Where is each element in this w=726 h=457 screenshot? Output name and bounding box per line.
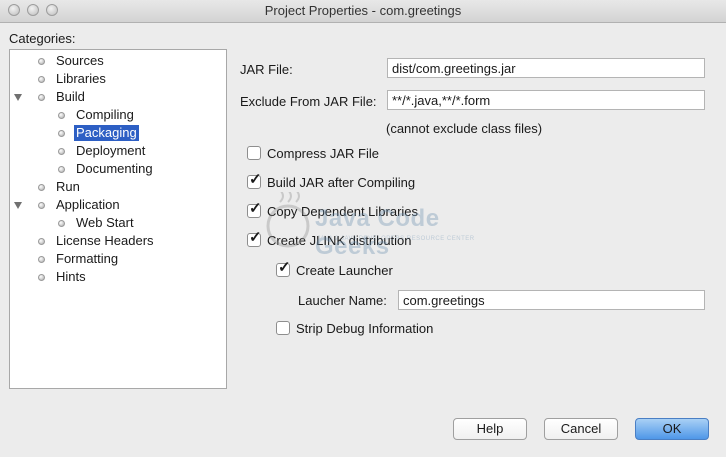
- help-button[interactable]: Help: [453, 418, 527, 440]
- strip-debug-checkbox[interactable]: ✓: [276, 321, 290, 335]
- bullet-icon: [38, 274, 45, 281]
- jar-file-input[interactable]: dist/com.greetings.jar: [387, 58, 705, 78]
- bullet-icon: [38, 184, 45, 191]
- checkmark-icon: ✓: [249, 171, 262, 188]
- exclude-label: Exclude From JAR File:: [240, 94, 377, 109]
- copy-dependent-libraries-checkbox[interactable]: ✓: [247, 200, 262, 218]
- strip-debug-label: Strip Debug Information: [296, 321, 434, 336]
- checkmark-icon: ✓: [249, 200, 262, 217]
- create-jlink-label: Create JLINK distribution: [267, 233, 412, 248]
- cancel-button[interactable]: Cancel: [544, 418, 618, 440]
- build-after-compiling-label: Build JAR after Compiling: [267, 175, 416, 190]
- title-bar: Project Properties - com.greetings: [0, 0, 726, 23]
- bullet-icon: [58, 112, 65, 119]
- bullet-icon: [38, 202, 45, 209]
- create-launcher-label: Create Launcher: [296, 263, 393, 278]
- bullet-icon: [38, 256, 45, 263]
- bullet-icon: [58, 166, 65, 173]
- bullet-icon: [58, 220, 65, 227]
- bullet-icon: [38, 94, 45, 101]
- launcher-name-label: Laucher Name:: [298, 293, 387, 308]
- bullet-icon: [58, 130, 65, 137]
- checkmark-icon: ✓: [278, 259, 291, 276]
- expand-arrow-icon[interactable]: [14, 202, 22, 209]
- copy-dependent-libraries-label: Copy Dependent Libraries: [267, 204, 419, 219]
- bullet-icon: [58, 148, 65, 155]
- bullet-icon: [38, 58, 45, 65]
- expand-arrow-icon[interactable]: [14, 94, 22, 101]
- ok-button[interactable]: OK: [635, 418, 709, 440]
- checkmark-icon: ✓: [249, 229, 262, 246]
- window-title: Project Properties - com.greetings: [264, 3, 462, 18]
- create-launcher-checkbox[interactable]: ✓: [276, 259, 291, 277]
- exclude-note: (cannot exclude class files): [386, 121, 543, 136]
- exclude-input[interactable]: **/*.java,**/*.form: [387, 90, 705, 110]
- bullet-icon: [38, 76, 45, 83]
- categories-label: Categories:: [9, 31, 76, 46]
- categories-tree[interactable]: Sources Libraries Build Compiling Packag…: [9, 49, 227, 389]
- launcher-name-input[interactable]: com.greetings: [398, 290, 705, 310]
- compress-jar-checkbox[interactable]: ✓: [247, 146, 261, 160]
- create-jlink-checkbox[interactable]: ✓: [247, 229, 262, 247]
- jar-file-label: JAR File:: [240, 62, 293, 77]
- build-after-compiling-checkbox[interactable]: ✓: [247, 171, 262, 189]
- bullet-icon: [38, 238, 45, 245]
- watermark-logo: Java Code Geeks JAVA 2 JAVA DEVELOPERS R…: [265, 190, 495, 260]
- compress-jar-label: Compress JAR File: [267, 146, 379, 161]
